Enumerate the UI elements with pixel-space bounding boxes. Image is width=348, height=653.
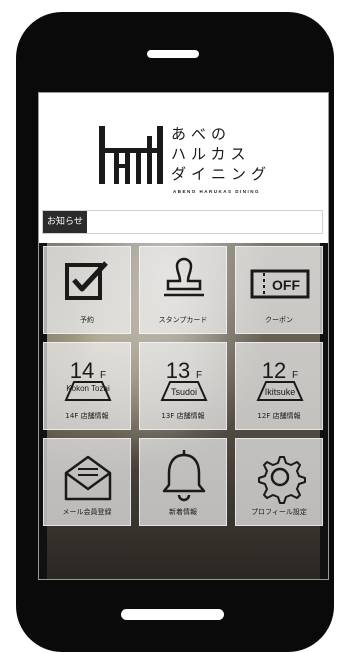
header: あべの ハルカス ダイニング ABENO HARUKAS DINING — [39, 93, 328, 205]
speaker-slot — [147, 50, 199, 58]
notice-bar[interactable]: お知らせ — [42, 210, 323, 234]
menu-item-mail-signup[interactable]: メール会員登録 — [43, 438, 131, 526]
floor-number: 14 — [70, 358, 94, 383]
menu-item-label: メール会員登録 — [62, 508, 112, 516]
brand-logo-icon — [99, 126, 163, 184]
menu-item-profile-settings[interactable]: プロフィール設定 — [235, 438, 323, 526]
menu-item-label: 新着情報 — [169, 508, 197, 516]
floor-number: 12 — [262, 358, 286, 383]
floor-name: Tsudoi — [171, 387, 197, 397]
menu-item-reservation[interactable]: 予約 — [43, 246, 131, 334]
menu-item-floor-12[interactable]: 12 F Ikitsuke 12F 店舗情報 — [235, 342, 323, 430]
menu-item-label: 13F 店舗情報 — [161, 412, 205, 420]
menu-grid: 予約 スタンプカード OFF クーポン 14 F Kokon Tozai 14F… — [43, 246, 323, 538]
menu-item-label: 12F 店舗情報 — [257, 412, 301, 420]
menu-item-stamp-card[interactable]: スタンプカード — [139, 246, 227, 334]
menu-item-label: 予約 — [80, 316, 94, 324]
brand-name-line1: あべの — [171, 125, 232, 143]
floor-unit: F — [292, 370, 298, 381]
home-button[interactable] — [121, 609, 224, 620]
floor-number: 13 — [166, 358, 190, 383]
floor-unit: F — [196, 370, 202, 381]
brand-subtitle: ABENO HARUKAS DINING — [173, 189, 261, 194]
app-screen: あべの ハルカス ダイニング ABENO HARUKAS DINING お知らせ… — [38, 92, 329, 580]
brand-name-line3: ダイニング — [171, 165, 272, 183]
brand-name-line2: ハルカス — [171, 145, 251, 163]
menu-item-label: 14F 店舗情報 — [65, 412, 109, 420]
notice-label: お知らせ — [43, 211, 87, 233]
menu-item-coupon[interactable]: OFF クーポン — [235, 246, 323, 334]
menu-item-floor-14[interactable]: 14 F Kokon Tozai 14F 店舗情報 — [43, 342, 131, 430]
menu-item-label: クーポン — [265, 316, 293, 324]
floor-unit: F — [100, 370, 106, 381]
floor-name: Kokon Tozai — [66, 384, 110, 393]
floor-name: Ikitsuke — [265, 387, 296, 397]
menu-item-floor-13[interactable]: 13 F Tsudoi 13F 店舗情報 — [139, 342, 227, 430]
brand-name: あべの ハルカス ダイニング — [171, 124, 271, 184]
menu-item-label: プロフィール設定 — [251, 508, 307, 516]
coupon-badge: OFF — [272, 277, 300, 293]
menu-item-news[interactable]: 新着情報 — [139, 438, 227, 526]
menu-item-label: スタンプカード — [158, 316, 208, 324]
